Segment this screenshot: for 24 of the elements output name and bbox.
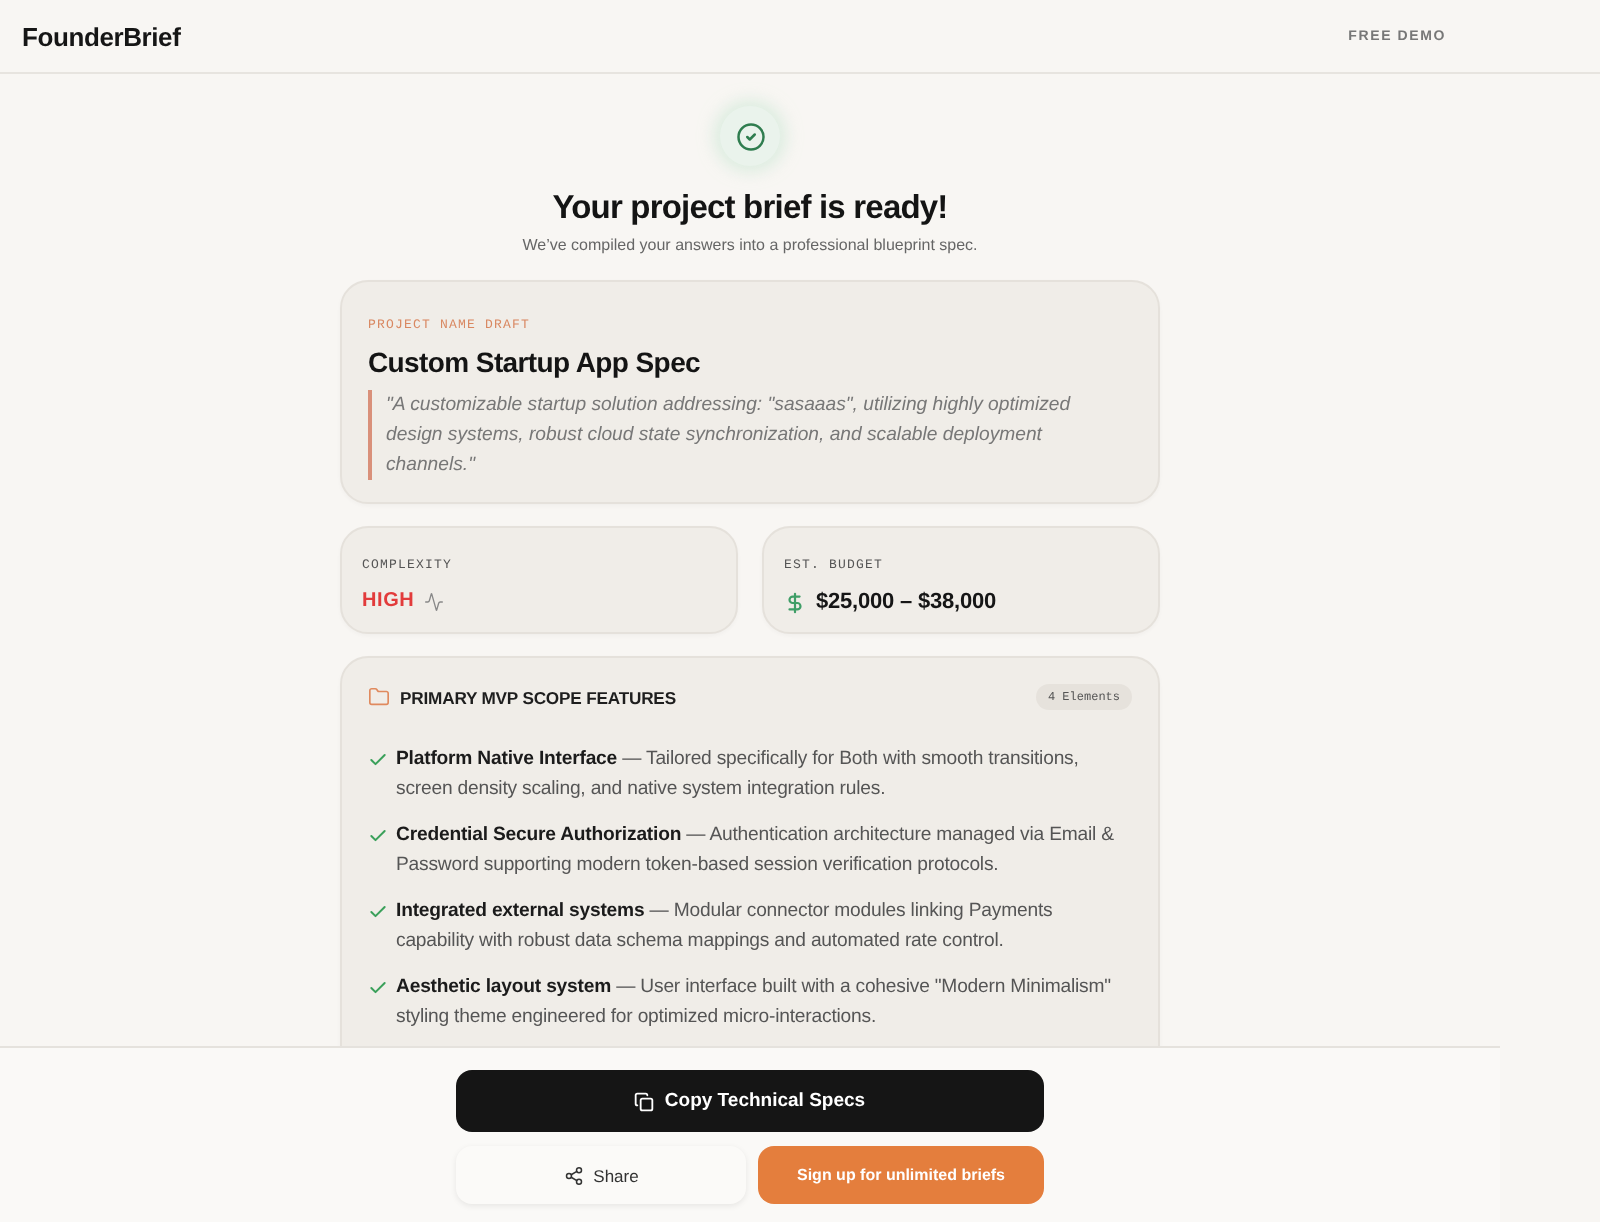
feature-text: Aesthetic layout system — User interface built with a cohesive "Modern Minimalism" styling theme engineered for optimized micro-interactions. [396, 974, 1113, 1032]
folder-icon [368, 686, 390, 708]
check-icon [368, 902, 388, 922]
page-subtitle: We’ve compiled your answers into a professional blueprint spec. [522, 236, 978, 254]
copy-button[interactable]: Copy Technical Specs [456, 1070, 1044, 1132]
copy-icon [634, 1091, 655, 1111]
feature-text: Integrated external systems — Modular connector modules linking Payments capability with robust data schema mappings and automated rate control. [396, 898, 1055, 956]
metric-value: $25,000 – $38,000 [816, 590, 997, 614]
check-icon [368, 750, 388, 770]
section-title: PRIMARY MVP SCOPE FEATURES [400, 687, 676, 707]
feature-text: Credential Secure Authorization — Authentication architecture managed via Email & Password supporting modern token-based session verification protocols. [396, 822, 1116, 880]
project-name: Custom Startup App Spec [368, 346, 703, 378]
metric-value: HIGH [362, 590, 415, 612]
check-icon [368, 826, 388, 846]
check-circle-icon [720, 106, 780, 166]
project-description: "A customizable startup solution addressing: "sasaaas", utilizing highly optimized design systems, robust cloud state synchronization, and scalable deployment channels." [368, 390, 1132, 480]
share-button[interactable]: Share [456, 1146, 746, 1204]
feature-text: Platform Native Interface — Tailored specifically for Both with smooth transitions, screen density scaling, and native system integration rules. [396, 746, 1081, 804]
dollar-icon [784, 591, 806, 613]
share-icon [563, 1165, 584, 1185]
activity-icon [424, 591, 445, 611]
page-title: Your project brief is ready! [552, 190, 948, 228]
logo[interactable]: FounderBrief [22, 21, 181, 51]
check-icon [368, 978, 388, 998]
